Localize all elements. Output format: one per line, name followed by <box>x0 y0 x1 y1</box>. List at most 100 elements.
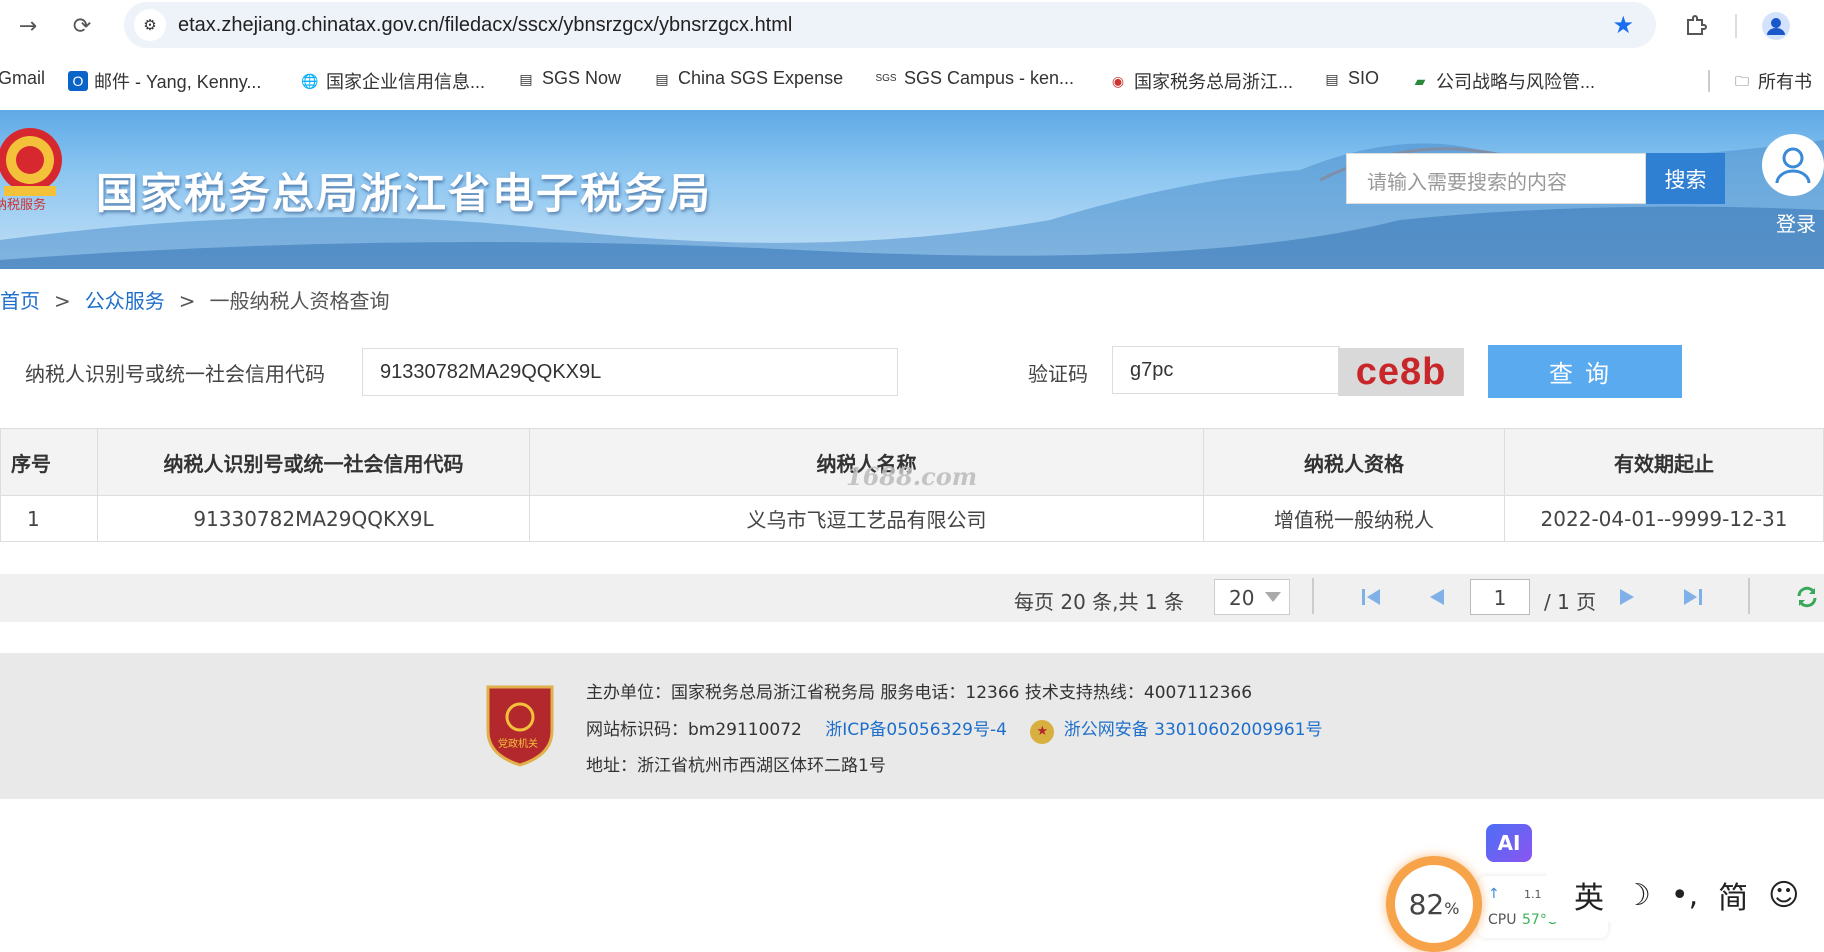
moon-icon[interactable]: ☽ <box>1624 878 1651 913</box>
bookmarks-divider <box>1708 70 1710 92</box>
bookmark-label: 公司战略与风险管... <box>1436 72 1596 92</box>
site-settings-icon[interactable]: ⚙ <box>134 9 166 41</box>
footer-address: 地址：浙江省杭州市西湖区体环二路1号 <box>586 756 886 776</box>
site-search-button[interactable]: 搜索 <box>1646 153 1725 204</box>
site-title: 国家税务总局浙江省电子税务局 <box>96 169 713 218</box>
folder-icon: 🗀 <box>1735 73 1749 89</box>
tax-emblem-icon: ◉ <box>1111 73 1125 89</box>
upload-arrow-icon: ↑ <box>1488 886 1500 902</box>
emoji-icon[interactable]: ☺ <box>1768 878 1799 913</box>
page-number-input[interactable]: 1 <box>1470 579 1530 615</box>
bookmark-sio[interactable]: ▤ SIO <box>1322 68 1379 89</box>
forward-arrow-icon[interactable]: → <box>10 8 46 44</box>
column-header-taxpayer-id: 纳税人识别号或统一社会信用代码 <box>97 428 530 496</box>
bookmark-label: 国家企业信用信息... <box>326 72 486 92</box>
bookmark-label: Gmail <box>0 68 46 88</box>
pager-divider <box>1312 578 1314 614</box>
police-emblem-icon: ★ <box>1030 720 1055 744</box>
chevron-down-icon <box>1265 592 1281 602</box>
ai-assistant-button[interactable]: AI <box>1486 824 1532 862</box>
site-banner: 纳税服务 国家税务总局浙江省电子税务局 请输入需要搜索的内容 搜索 登录 <box>0 110 1824 269</box>
pager-summary: 每页 20 条,共 1 条 <box>1014 590 1184 614</box>
bookmark-label: SGS Now <box>542 68 622 88</box>
bookmark-mail[interactable]: O 邮件 - Yang, Kenny... <box>68 68 261 94</box>
tax-emblem-logo: 纳税服务 <box>0 122 72 213</box>
memory-gauge[interactable]: 82% <box>1386 856 1482 952</box>
user-avatar-icon[interactable] <box>1762 134 1824 196</box>
breadcrumb-separator: > <box>54 289 71 313</box>
bookmark-star-icon[interactable]: ★ <box>1612 11 1634 39</box>
punctuation-icon[interactable]: •, <box>1671 878 1698 913</box>
table-row: 1 91330782MA29QQKX9L 义乌市飞逗工艺品有限公司 增值税一般纳… <box>0 495 1824 542</box>
next-page-icon[interactable] <box>1612 582 1642 612</box>
bookmark-campus[interactable]: SGS SGS Campus - ken... <box>874 68 1074 89</box>
profile-icon[interactable] <box>1758 8 1794 44</box>
ime-language-toggle[interactable]: 英 <box>1574 873 1604 917</box>
cpu-label: CPU <box>1488 912 1517 928</box>
bookmark-all-folder[interactable]: 🗀 所有书 <box>1732 68 1812 94</box>
prev-page-icon[interactable] <box>1422 582 1452 612</box>
watermark: 1688.com <box>846 462 978 491</box>
breadcrumb-home[interactable]: 首页 <box>0 289 40 313</box>
police-record-link[interactable]: 浙公网安备 33010602009961号 <box>1064 720 1323 740</box>
bookmark-strategy[interactable]: ▰ 公司战略与风险管... <box>1410 68 1595 94</box>
address-bar[interactable]: ⚙ etax.zhejiang.chinatax.gov.cn/filedacx… <box>124 2 1656 48</box>
bookmark-credit[interactable]: 🌐 国家企业信用信息... <box>300 68 485 94</box>
captcha-input[interactable]: g7pc <box>1112 346 1340 394</box>
bookmark-label: SGS Campus - ken... <box>904 68 1075 88</box>
bookmark-label: China SGS Expense <box>678 68 844 88</box>
breadcrumb-public-service[interactable]: 公众服务 <box>85 289 165 313</box>
query-button[interactable]: 查询 <box>1488 345 1682 398</box>
breadcrumb-separator: > <box>178 289 196 313</box>
url-text[interactable]: etax.zhejiang.chinatax.gov.cn/filedacx/s… <box>178 14 792 37</box>
page-icon: ▤ <box>1325 70 1339 87</box>
site-search-input[interactable]: 请输入需要搜索的内容 <box>1346 153 1646 204</box>
footer-site-id: 网站标识码：bm29110072 <box>586 720 802 740</box>
party-government-badge[interactable]: 党政机关 <box>484 681 556 767</box>
pager-total: / 1 页 <box>1544 590 1597 614</box>
toolbar-divider <box>1735 14 1737 38</box>
column-header-index: 序号 <box>0 428 98 496</box>
first-page-icon[interactable] <box>1356 582 1386 612</box>
book-icon: ▰ <box>1414 73 1426 89</box>
page-size-value: 20 <box>1229 586 1255 610</box>
page-icon: ▤ <box>655 70 669 87</box>
browser-toolbar: → ⟳ ⚙ etax.zhejiang.chinatax.gov.cn/file… <box>0 0 1824 52</box>
breadcrumb-current: 一般纳税人资格查询 <box>209 289 390 313</box>
cell-qualification: 增值税一般纳税人 <box>1203 495 1505 542</box>
ime-script-toggle[interactable]: 简 <box>1718 873 1748 917</box>
gauge-value: 82 <box>1408 887 1445 921</box>
bookmark-label: 国家税务总局浙江... <box>1134 72 1294 92</box>
bookmark-sgs-now[interactable]: ▤ SGS Now <box>516 68 621 89</box>
sgs-icon: SGS <box>875 72 897 84</box>
bookmarks-bar: Gmail O 邮件 - Yang, Kenny... 🌐 国家企业信用信息... … <box>0 60 1824 100</box>
globe-icon: 🌐 <box>301 73 319 89</box>
refresh-icon[interactable] <box>1792 582 1822 612</box>
site-footer: 党政机关 主办单位：国家税务总局浙江省税务局 服务电话：12366 技术支持热线… <box>0 653 1824 799</box>
column-header-qualification: 纳税人资格 <box>1203 428 1505 496</box>
footer-organizer: 主办单位：国家税务总局浙江省税务局 服务电话：12366 技术支持热线：4007… <box>586 683 1253 703</box>
page-icon: ▤ <box>519 70 533 87</box>
extensions-icon[interactable] <box>1678 8 1714 44</box>
gauge-unit: % <box>1444 898 1460 918</box>
pagination-bar: 每页 20 条,共 1 条 20 1 / 1 页 <box>0 574 1824 622</box>
last-page-icon[interactable] <box>1678 582 1708 612</box>
cell-taxpayer-name: 义乌市飞逗工艺品有限公司 <box>529 495 1204 542</box>
page-size-select[interactable]: 20 <box>1214 579 1290 615</box>
emblem-caption: 纳税服务 <box>0 198 47 213</box>
bookmark-tax[interactable]: ◉ 国家税务总局浙江... <box>1108 68 1293 94</box>
login-link[interactable]: 登录 <box>1776 208 1816 237</box>
bookmark-gmail[interactable]: Gmail <box>0 68 45 89</box>
network-speed: 1.1 <box>1524 888 1542 901</box>
cell-validity: 2022-04-01--9999-12-31 <box>1504 495 1824 542</box>
icp-link[interactable]: 浙ICP备05056329号-4 <box>825 720 1007 740</box>
bookmark-expense[interactable]: ▤ China SGS Expense <box>652 68 843 89</box>
captcha-image[interactable]: ce8b <box>1338 348 1464 396</box>
breadcrumb: 首页 > 公众服务 > 一般纳税人资格查询 <box>0 285 390 314</box>
cell-taxpayer-id: 91330782MA29QQKX9L <box>97 495 530 542</box>
reload-icon[interactable]: ⟳ <box>64 8 100 44</box>
taxpayer-id-input[interactable]: 91330782MA29QQKX9L <box>362 348 898 396</box>
ime-toolbar: 英 ☽ •, 简 ☺ <box>1546 868 1824 922</box>
badge-caption: 党政机关 <box>498 739 538 750</box>
bookmark-label: 邮件 - Yang, Kenny... <box>94 72 262 92</box>
